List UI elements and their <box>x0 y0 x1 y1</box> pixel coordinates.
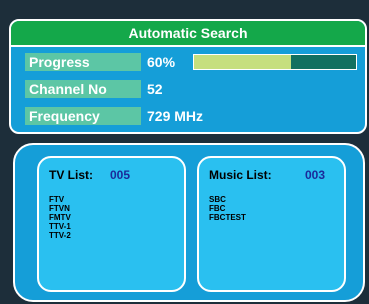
list-item[interactable]: TTV-2 <box>49 231 71 240</box>
frequency-label: Frequency <box>25 107 141 125</box>
tv-list-count: 005 <box>110 168 131 182</box>
automatic-search-panel: Automatic Search Progress 60% Channel No… <box>9 19 367 134</box>
list-item[interactable]: FBC <box>209 204 246 213</box>
list-item[interactable]: FBCTEST <box>209 213 246 222</box>
progress-value: 60% <box>147 54 176 70</box>
progress-label: Progress <box>25 53 141 71</box>
tv-list-box[interactable]: TV List: 005 FTV FTVN FMTV TTV-1 TTV-2 <box>37 156 186 292</box>
list-item[interactable]: FTVN <box>49 204 71 213</box>
channel-value: 52 <box>147 81 163 97</box>
channel-label: Channel No <box>25 80 141 98</box>
panel-title: Automatic Search <box>11 21 365 47</box>
list-item[interactable]: TTV-1 <box>49 222 71 231</box>
music-channel-list: SBC FBC FBCTEST <box>209 195 246 222</box>
frequency-value: 729 MHz <box>147 108 204 124</box>
music-list-count: 003 <box>305 168 326 182</box>
tv-channel-list: FTV FTVN FMTV TTV-1 TTV-2 <box>49 195 71 240</box>
channel-lists-panel: TV List: 005 FTV FTVN FMTV TTV-1 TTV-2 M… <box>13 143 365 302</box>
music-list-label: Music List: <box>209 168 272 182</box>
tv-list-label: TV List: <box>49 168 93 182</box>
progress-bar-fill <box>194 55 292 69</box>
list-item[interactable]: FTV <box>49 195 71 204</box>
list-item[interactable]: SBC <box>209 195 246 204</box>
music-list-box[interactable]: Music List: 003 SBC FBC FBCTEST <box>197 156 346 292</box>
screen-frame: Automatic Search Progress 60% Channel No… <box>0 0 369 304</box>
progress-bar <box>193 54 357 70</box>
list-item[interactable]: FMTV <box>49 213 71 222</box>
